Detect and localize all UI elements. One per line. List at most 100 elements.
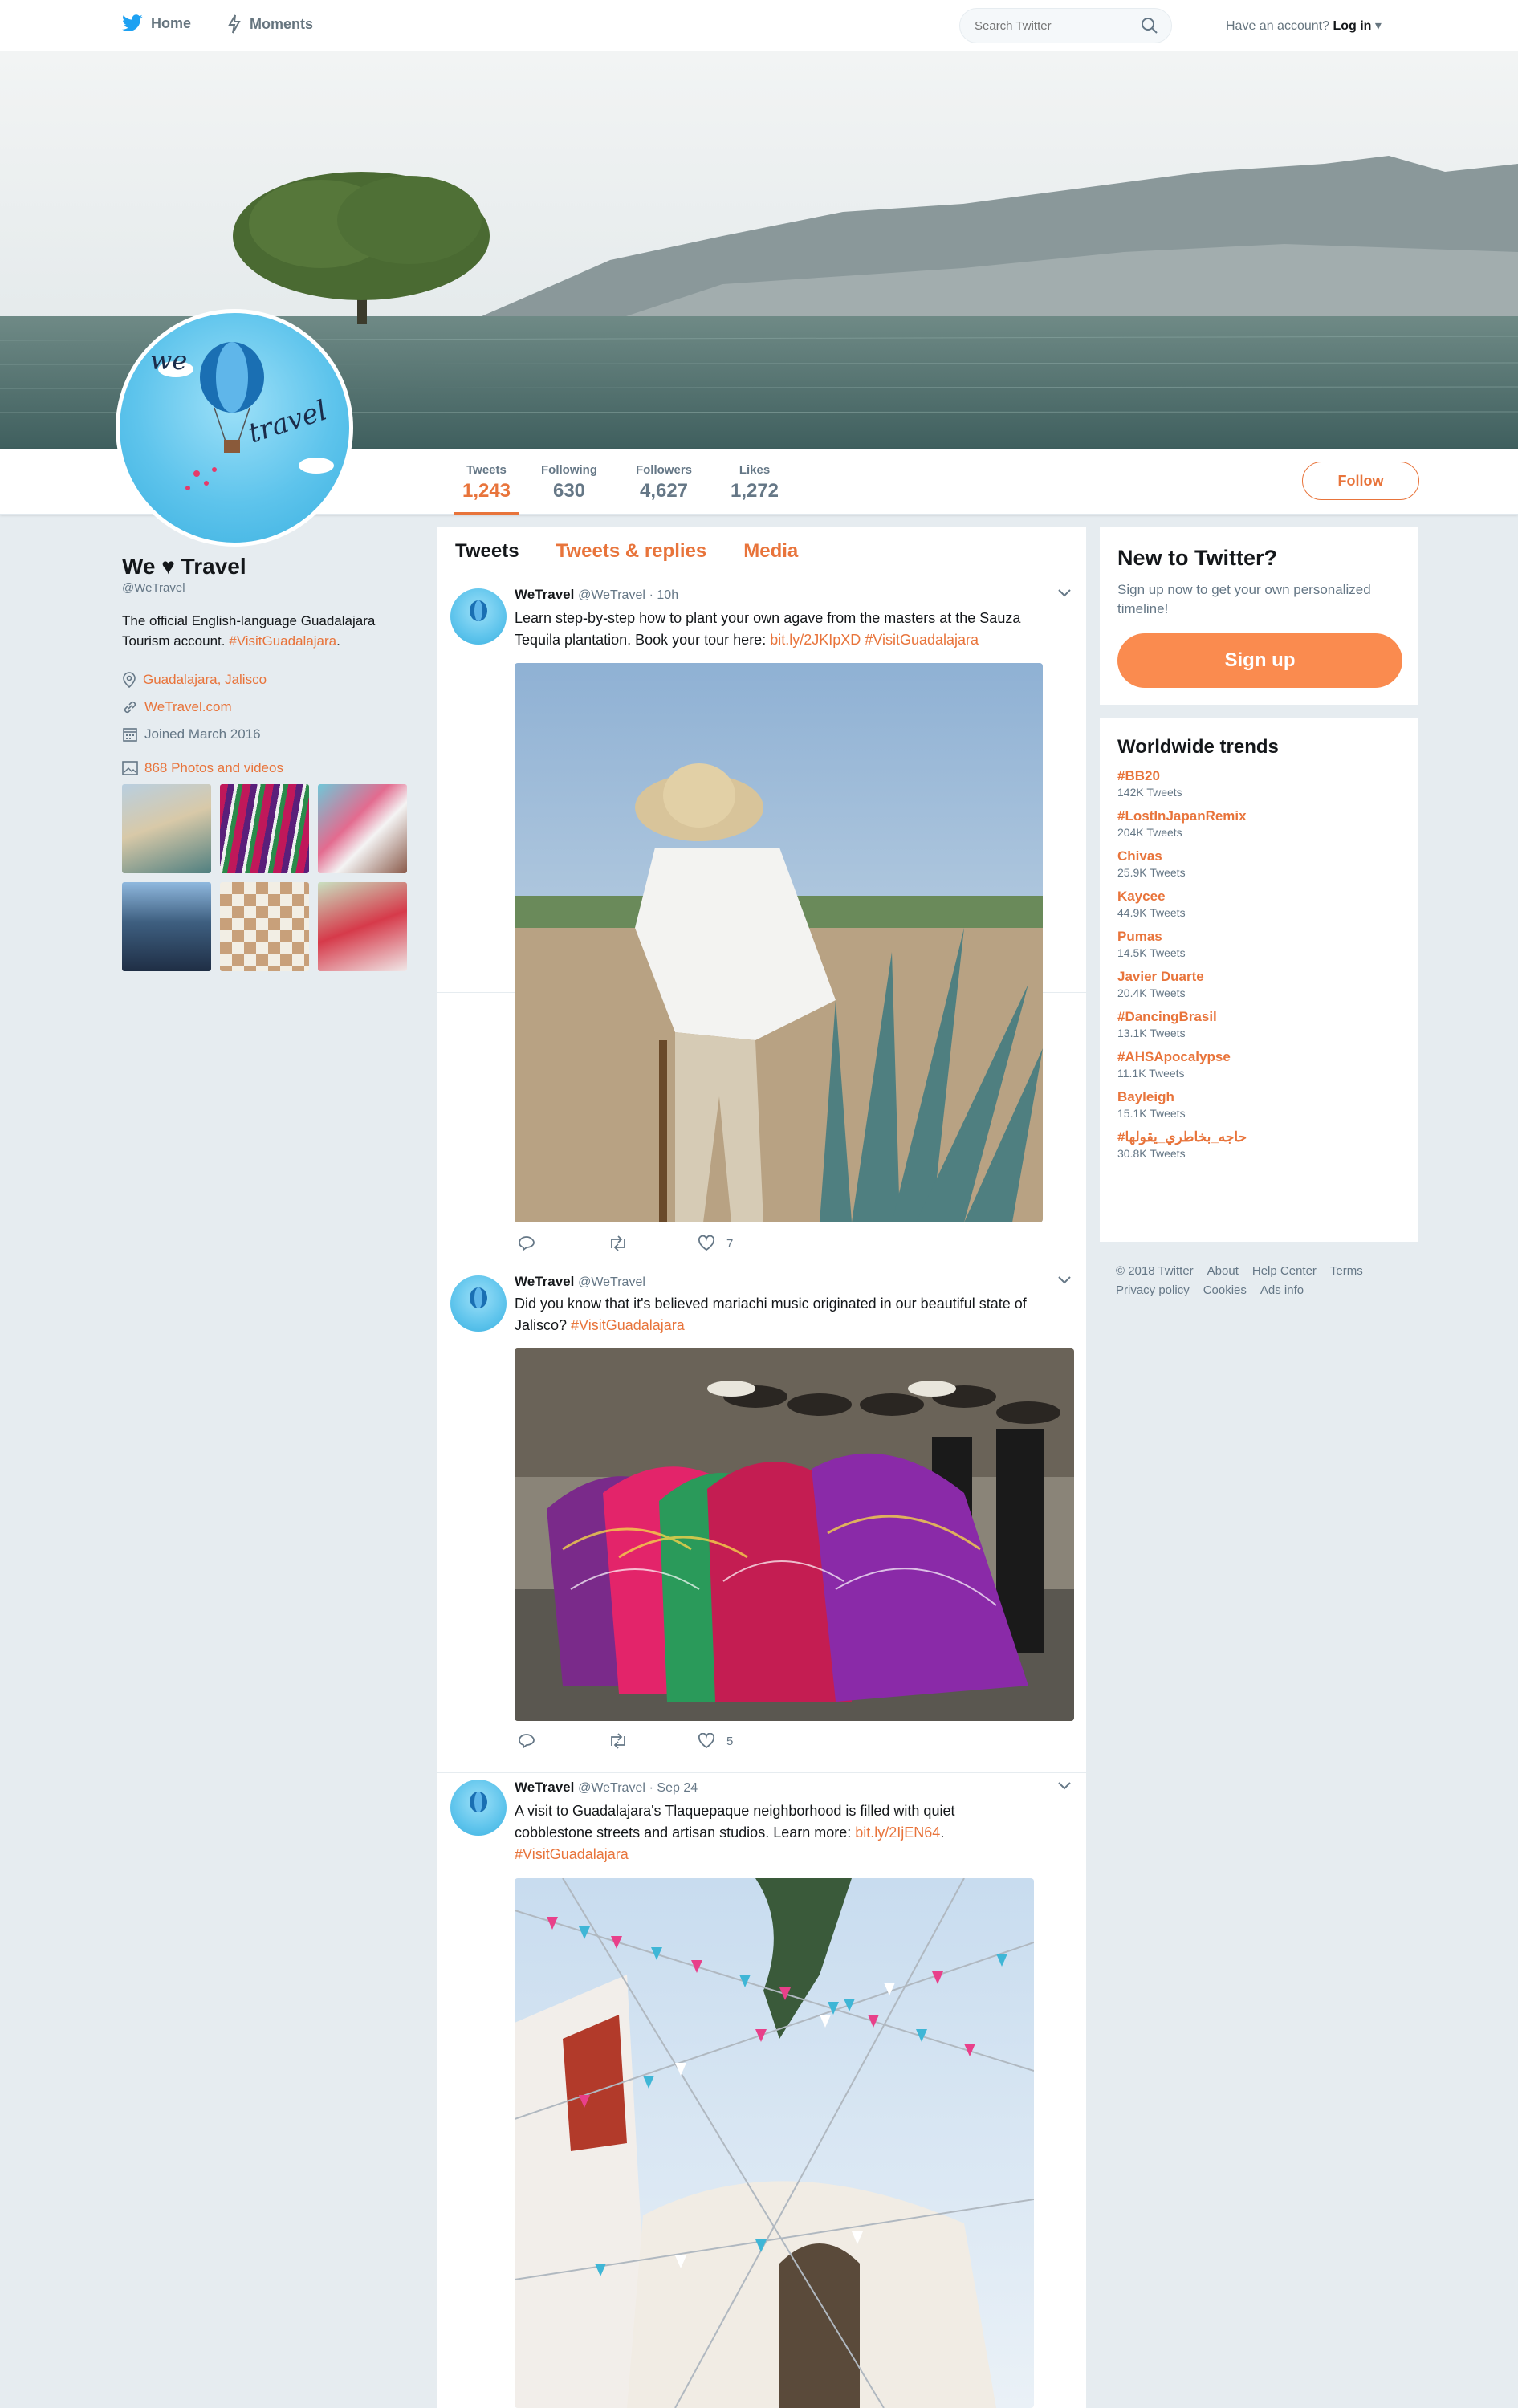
trend-item[interactable]: Javier Duarte 20.4K Tweets <box>1117 969 1401 999</box>
trend-item[interactable]: Bayleigh 15.1K Tweets <box>1117 1089 1401 1120</box>
follow-button[interactable]: Follow <box>1302 462 1419 500</box>
tab-tweets[interactable]: Tweets <box>455 540 519 563</box>
trend-item[interactable]: #حاجه_بخاطري_يقولها 30.8K Tweets <box>1117 1129 1401 1160</box>
tab-tweets-replies[interactable]: Tweets & replies <box>556 540 707 563</box>
retweet-icon <box>611 1235 625 1251</box>
photos-videos-link[interactable]: 868 Photos and videos <box>122 760 411 776</box>
reply-button[interactable] <box>518 1733 608 1749</box>
tweet-time[interactable]: · Sep 24 <box>649 1781 698 1795</box>
chevron-down-icon[interactable] <box>1057 1781 1072 1791</box>
tab-media[interactable]: Media <box>743 540 798 563</box>
trend-item[interactable]: Kaycee 44.9K Tweets <box>1117 889 1401 919</box>
stat-tweets-value: 1,243 <box>462 480 511 502</box>
tweet-text-end: . <box>940 1824 945 1841</box>
tweet-hashtag[interactable]: #VisitGuadalajara <box>571 1317 685 1333</box>
nav-moments-link[interactable]: Moments <box>227 14 313 34</box>
twitter-bird-icon <box>122 14 143 31</box>
footer-help-link[interactable]: Help Center <box>1252 1264 1317 1278</box>
reply-icon <box>519 1734 535 1749</box>
tweet-divider <box>437 1772 1086 1773</box>
tweet-author-handle[interactable]: @WeTravel <box>578 588 645 602</box>
photo-thumb[interactable] <box>220 882 309 971</box>
trend-item[interactable]: #AHSApocalypse 11.1K Tweets <box>1117 1049 1401 1080</box>
tweet-header: WeTravel @WeTravel · 10h <box>515 587 678 603</box>
footer-privacy-link[interactable]: Privacy policy <box>1116 1283 1190 1297</box>
trend-item[interactable]: #DancingBrasil 13.1K Tweets <box>1117 1009 1401 1039</box>
stat-following[interactable]: Following 630 <box>536 463 602 502</box>
photo-thumb[interactable] <box>318 882 407 971</box>
caret-down-icon[interactable]: ▾ <box>1371 19 1382 33</box>
profile-avatar[interactable]: we travel <box>116 309 353 547</box>
footer-ads-link[interactable]: Ads info <box>1260 1283 1304 1297</box>
signup-button[interactable]: Sign up <box>1117 633 1402 688</box>
trend-count: 204K Tweets <box>1117 826 1182 839</box>
tweet-link[interactable]: bit.ly/2IjEN64 <box>855 1824 940 1841</box>
photo-thumb[interactable] <box>122 784 211 873</box>
trend-item[interactable]: #LostInJapanRemix 204K Tweets <box>1117 808 1401 839</box>
tweet-text-line: Jalisco? <box>515 1317 572 1333</box>
tweet-link[interactable]: bit.ly/2JKIpXD <box>770 632 861 648</box>
trend-item[interactable]: #BB20 142K Tweets <box>1117 768 1401 799</box>
tweet-image[interactable] <box>515 663 1043 1222</box>
profile-joined: Joined March 2016 <box>122 726 411 742</box>
tweet-author-name[interactable]: WeTravel <box>515 1274 574 1289</box>
footer-about-link[interactable]: About <box>1207 1264 1239 1278</box>
trend-count: 25.9K Tweets <box>1117 866 1186 879</box>
profile-handle[interactable]: @WeTravel <box>122 581 411 595</box>
footer-terms-link[interactable]: Terms <box>1330 1264 1363 1278</box>
footer-cookies-link[interactable]: Cookies <box>1203 1283 1247 1297</box>
stat-followers-value: 4,627 <box>639 480 689 502</box>
reply-icon <box>519 1236 535 1251</box>
search-input[interactable] <box>975 17 1135 35</box>
tweet-author-handle[interactable]: @WeTravel <box>578 1781 645 1795</box>
trend-item[interactable]: Chivas 25.9K Tweets <box>1117 848 1401 879</box>
tweet-author-handle[interactable]: @WeTravel <box>578 1275 645 1289</box>
tweet-avatar[interactable] <box>450 1780 507 1836</box>
stat-likes[interactable]: Likes 1,272 <box>722 463 787 502</box>
calendar-icon <box>123 728 137 742</box>
heart-icon <box>698 1733 715 1749</box>
tweet-time[interactable]: · 10h <box>649 588 678 602</box>
search-icon[interactable] <box>1141 17 1158 35</box>
stat-tweets[interactable]: Tweets 1,243 <box>454 463 519 515</box>
photo-thumb[interactable] <box>220 784 309 873</box>
trend-item[interactable]: Pumas 14.5K Tweets <box>1117 929 1401 959</box>
login-link[interactable]: Log in <box>1333 19 1371 33</box>
like-button[interactable]: 5 <box>698 1733 787 1749</box>
photo-thumb[interactable] <box>122 882 211 971</box>
stat-following-label: Following <box>541 463 597 477</box>
tweet-author-name[interactable]: WeTravel <box>515 587 574 602</box>
tweet-image[interactable] <box>515 1878 1034 2408</box>
tweet-item[interactable]: WeTravel @WeTravel · 10h Learn step-by-s… <box>437 577 1086 1251</box>
nav-home-link[interactable]: Home <box>122 14 191 32</box>
retweet-button[interactable] <box>608 1235 698 1251</box>
stat-followers[interactable]: Followers 4,627 <box>631 463 697 502</box>
tweet-hashtag[interactable]: #VisitGuadalajara <box>515 1844 954 1865</box>
tweet-avatar[interactable] <box>450 1275 507 1332</box>
trend-name: #حاجه_بخاطري_يقولها <box>1117 1129 1247 1145</box>
tweet-avatar[interactable] <box>450 588 507 645</box>
trend-count: 30.8K Tweets <box>1117 1147 1186 1160</box>
chevron-down-icon[interactable] <box>1057 1275 1072 1285</box>
reply-button[interactable] <box>518 1235 608 1251</box>
chevron-down-icon[interactable] <box>1057 588 1072 598</box>
tweet-text-line: A visit to Guadalajara's Tlaquepaque nei… <box>515 1803 955 1819</box>
like-button[interactable]: 7 <box>698 1235 787 1251</box>
photo-thumb[interactable] <box>318 784 407 873</box>
tweet-timeline: Tweets Tweets & replies Media WeTravel @… <box>437 527 1086 2408</box>
retweet-icon <box>611 1733 625 1749</box>
tweet-image[interactable] <box>515 1348 1074 1721</box>
trend-name: #LostInJapanRemix <box>1117 808 1247 824</box>
tweet-author-name[interactable]: WeTravel <box>515 1780 574 1795</box>
url-link[interactable]: WeTravel.com <box>144 699 232 715</box>
location-text[interactable]: Guadalajara, Jalisco <box>143 672 267 688</box>
stat-tweets-label: Tweets <box>466 463 507 477</box>
bio-hashtag-link[interactable]: #VisitGuadalajara <box>229 633 336 649</box>
retweet-button[interactable] <box>608 1733 698 1749</box>
joined-text: Joined March 2016 <box>144 726 261 742</box>
trend-count: 44.9K Tweets <box>1117 906 1186 919</box>
profile-location: Guadalajara, Jalisco <box>122 672 411 688</box>
nav-home-label: Home <box>151 14 192 31</box>
tweet-hashtag[interactable]: #VisitGuadalajara <box>865 632 979 648</box>
heart-icon <box>698 1235 715 1251</box>
